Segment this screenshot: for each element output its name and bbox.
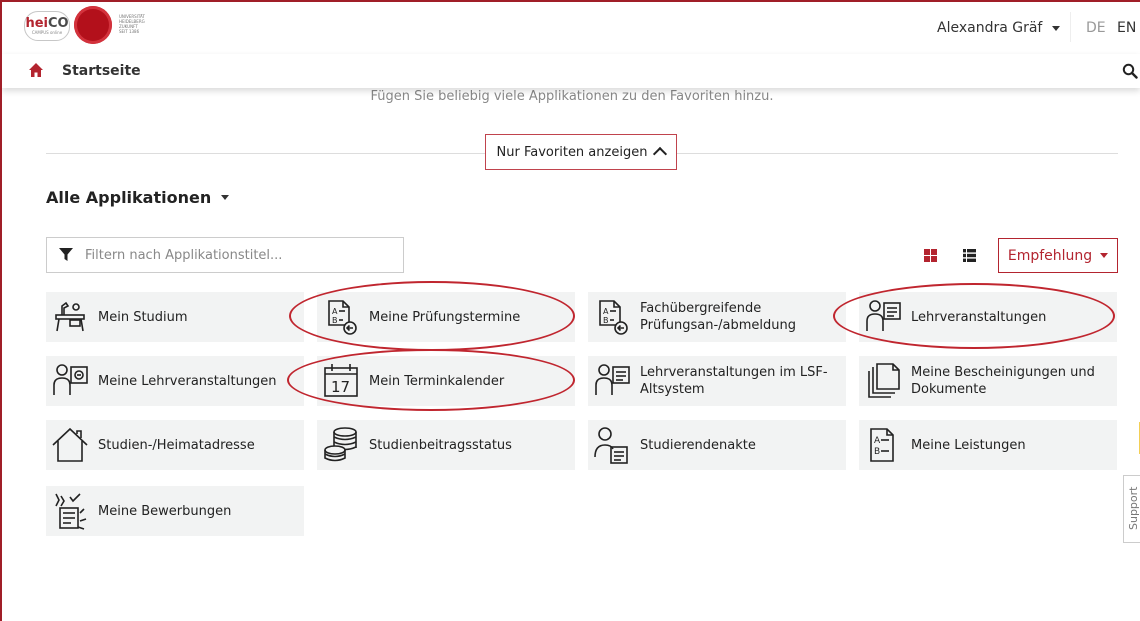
- filter-icon: [59, 248, 73, 261]
- section-title: Alle Applikationen: [46, 188, 212, 207]
- filter-input[interactable]: [83, 246, 387, 264]
- tile-studienbeitragsstatus[interactable]: Studienbeitragsstatus: [317, 420, 575, 470]
- home-icon[interactable]: [28, 62, 44, 78]
- tile-label: Meine Bescheinigungen und Dokumente: [911, 365, 1095, 397]
- university-seal-icon: [74, 6, 112, 44]
- documents-icon: [868, 363, 900, 398]
- svg-text:B: B: [874, 447, 880, 457]
- language-de-link[interactable]: DE: [1086, 20, 1106, 36]
- desk-icon: [55, 301, 85, 332]
- logo-text-a: hei: [25, 16, 48, 31]
- nav-home-link[interactable]: Startseite: [62, 63, 141, 79]
- tile-meine-pruefungstermine[interactable]: A B Meine Prüfungstermine: [317, 292, 575, 342]
- tile-label: Fachübergreifende Prüfungsan-/abmeldung: [640, 301, 797, 333]
- person-list-icon: [866, 300, 901, 331]
- heico-logo[interactable]: heiCO CAMPUS online: [24, 11, 70, 41]
- exam-return-icon: A B: [328, 300, 357, 335]
- chevron-up-icon: [653, 146, 668, 162]
- filter-box: [46, 237, 404, 273]
- tile-mein-terminkalender[interactable]: 17 Mein Terminkalender: [317, 356, 575, 406]
- top-bar: heiCO CAMPUS online UNIVERSITÄT HEIDELBE…: [2, 2, 1140, 52]
- show-favorites-label: Nur Favoriten anzeigen: [496, 144, 648, 160]
- language-en-link[interactable]: EN: [1117, 20, 1136, 36]
- tile-label: Studien-/Heimatadresse: [98, 437, 255, 453]
- search-icon[interactable]: [1122, 63, 1138, 79]
- tile-label: Studienbeitragsstatus: [369, 437, 512, 453]
- grid-view-icon[interactable]: [924, 249, 937, 262]
- svg-text:A: A: [874, 436, 881, 446]
- student-file-icon: [594, 427, 628, 464]
- tile-label: Meine Bewerbungen: [98, 503, 232, 519]
- tile-meine-lehrveranstaltungen[interactable]: Meine Lehrveranstaltungen: [46, 356, 304, 406]
- exam-register-icon: A B: [599, 300, 628, 335]
- user-name: Alexandra Gräf: [937, 20, 1043, 36]
- divider: [1070, 12, 1071, 42]
- university-wordmark: UNIVERSITÄT HEIDELBERG ZUKUNFT SEIT 1386: [119, 14, 169, 34]
- svg-text:B: B: [332, 316, 338, 325]
- all-applications-dropdown[interactable]: Alle Applikationen: [46, 188, 230, 207]
- tile-studierendenakte[interactable]: Studierendenakte: [588, 420, 846, 470]
- tile-meine-bescheinigungen[interactable]: Meine Bescheinigungen und Dokumente: [859, 356, 1117, 406]
- tile-meine-bewerbungen[interactable]: Meine Bewerbungen: [46, 486, 304, 536]
- logo-text-b: CO: [47, 16, 69, 31]
- favorites-hint-text: Fügen Sie beliebig viele Applikationen z…: [370, 89, 774, 104]
- person-list-icon: [595, 364, 630, 395]
- calendar-icon: 17: [324, 364, 358, 397]
- svg-text:B: B: [603, 316, 609, 325]
- svg-text:A: A: [603, 307, 609, 316]
- tile-label: Lehrveranstaltungen im LSF-Altsystem: [640, 365, 828, 397]
- tile-label: Meine Lehrveranstaltungen: [98, 373, 277, 389]
- applications-icon: [55, 493, 87, 530]
- caret-down-icon: [1052, 25, 1061, 31]
- uni-text-line: SEIT 1386: [119, 29, 140, 34]
- tile-label: Studierendenakte: [640, 437, 756, 453]
- logo-sub-text: CAMPUS online: [31, 30, 63, 35]
- support-label: Support: [1127, 486, 1140, 530]
- tile-meine-leistungen[interactable]: A B Meine Leistungen: [859, 420, 1117, 470]
- tile-lehrveranstaltungen[interactable]: Lehrveranstaltungen: [859, 292, 1117, 342]
- tile-mein-studium[interactable]: Mein Studium: [46, 292, 304, 342]
- user-menu[interactable]: Alexandra Gräf: [937, 20, 1061, 36]
- tile-label: Mein Studium: [98, 309, 188, 325]
- grades-icon: A B: [870, 428, 894, 462]
- person-screen-icon: [53, 364, 88, 395]
- caret-down-icon: [1100, 253, 1109, 258]
- app-frame: heiCO CAMPUS online UNIVERSITÄT HEIDELBE…: [0, 0, 1140, 621]
- list-view-icon[interactable]: [963, 249, 976, 262]
- recommendation-sort-button[interactable]: Empfehlung: [998, 238, 1118, 273]
- svg-text:A: A: [332, 307, 338, 316]
- tile-lehrveranstaltungen-lsf[interactable]: Lehrveranstaltungen im LSF-Altsystem: [588, 356, 846, 406]
- tile-label: Mein Terminkalender: [369, 373, 505, 389]
- tile-label: Lehrveranstaltungen: [911, 309, 1047, 325]
- nav-bar: Startseite: [2, 54, 1140, 88]
- coins-icon: [324, 427, 357, 462]
- tile-studien-heimatadresse[interactable]: Studien-/Heimatadresse: [46, 420, 304, 470]
- caret-down-icon: [221, 195, 230, 200]
- tile-label: Meine Prüfungstermine: [369, 309, 521, 325]
- svg-text:17: 17: [331, 378, 350, 396]
- show-favorites-button[interactable]: Nur Favoriten anzeigen: [485, 134, 677, 170]
- tile-fachuebergreifende-pruefungsanmeldung[interactable]: A B Fachübergreifende Prüfungsan-/abmeld…: [588, 292, 846, 342]
- support-tab[interactable]: Support: [1123, 475, 1140, 543]
- tile-label: Meine Leistungen: [911, 437, 1026, 453]
- house-icon: [52, 427, 88, 462]
- recommendation-label: Empfehlung: [1007, 247, 1093, 264]
